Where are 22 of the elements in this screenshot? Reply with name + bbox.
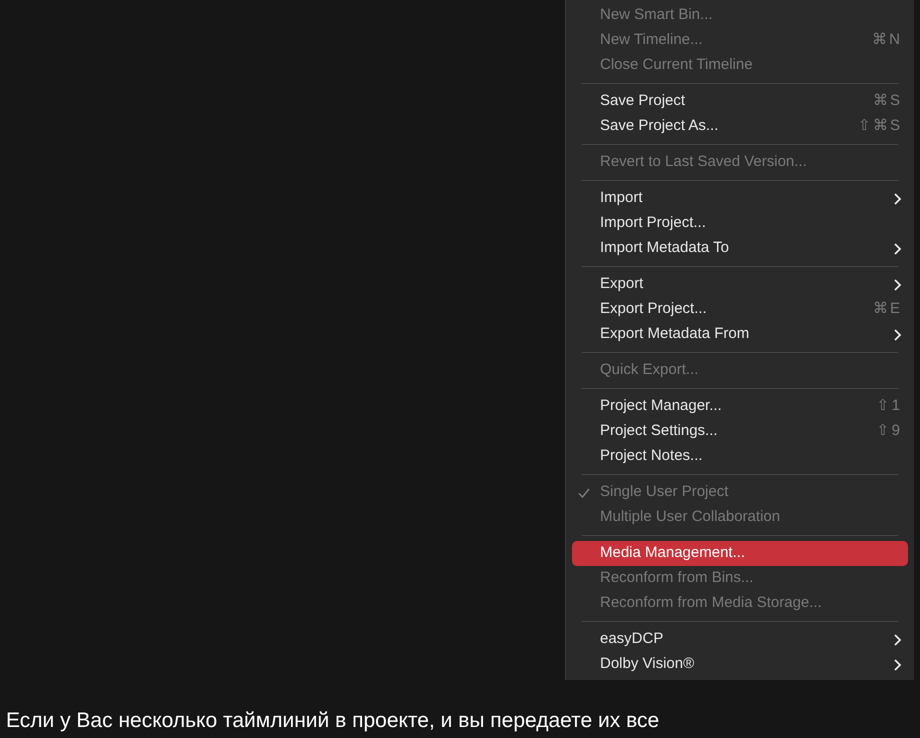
menu-item[interactable]: Import Metadata To: [572, 236, 908, 261]
shortcut-text: ⇧1: [876, 396, 902, 416]
menu-item[interactable]: Import Project...: [572, 211, 908, 236]
menu-item[interactable]: Save Project As... ⇧⌘S: [572, 114, 908, 139]
shortcut-text: ⌘E: [872, 299, 902, 320]
menu-item[interactable]: Save Project ⌘S: [572, 89, 908, 114]
shortcut-text: ⌘N: [872, 30, 902, 50]
shortcut-text: ⇧9: [876, 421, 902, 442]
menu-item[interactable]: Import: [572, 186, 908, 211]
menu-item[interactable]: Media Management...: [572, 541, 908, 566]
menu-item[interactable]: easyDCP: [572, 627, 908, 652]
menu-item[interactable]: Project Manager... ⇧1: [572, 394, 908, 419]
menu-item[interactable]: Dolby Vision®: [572, 652, 908, 677]
menu-item[interactable]: Project Settings... ⇧9: [572, 419, 908, 444]
checkmark-icon: [578, 486, 590, 498]
shortcut-text: ⇧⌘S: [858, 116, 902, 136]
menu-item[interactable]: Export: [572, 272, 908, 297]
caption-text: Если у Вас несколько таймлиний в проекте, и вы передаете их все: [6, 708, 660, 734]
menu-item[interactable]: Export Metadata From: [572, 322, 908, 347]
menu-item[interactable]: Project Notes...: [572, 444, 908, 469]
menu-item[interactable]: Export Project... ⌘E: [572, 297, 908, 322]
shortcut-text: ⌘S: [872, 91, 902, 112]
